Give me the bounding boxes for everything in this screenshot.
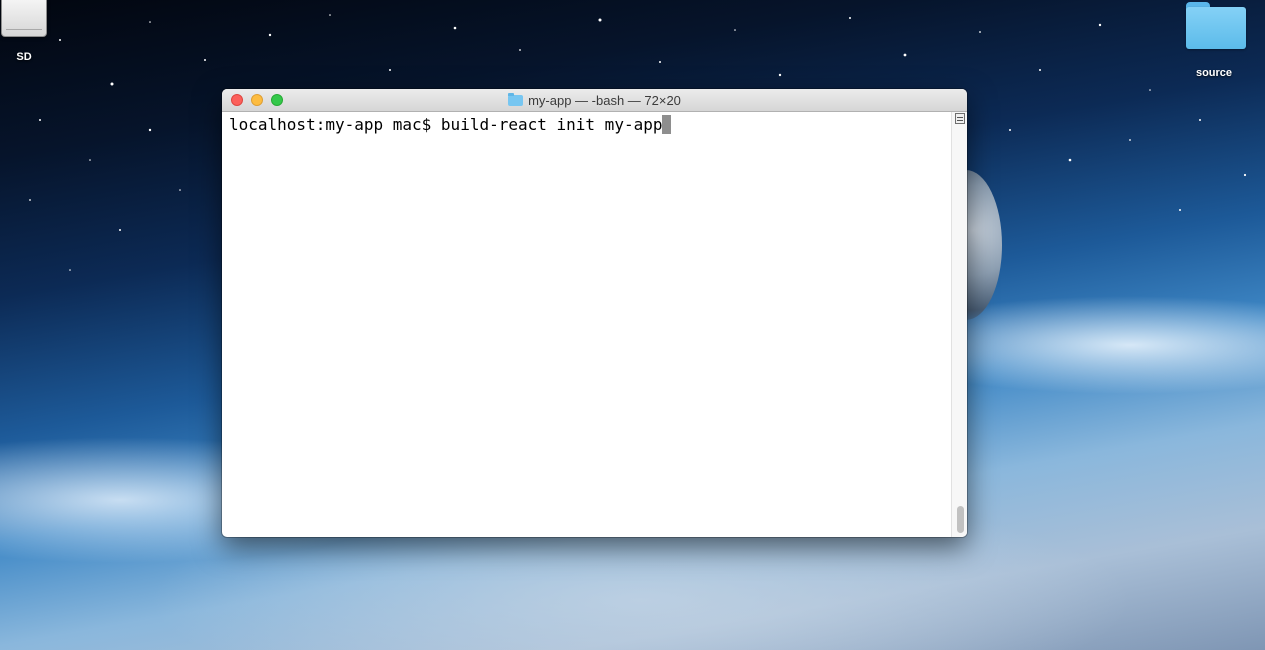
desktop-icon-sd[interactable]: SD [0,0,48,63]
terminal-titlebar[interactable]: my-app — -bash — 72×20 [222,89,967,112]
terminal-window[interactable]: my-app — -bash — 72×20 localhost:my-app … [222,89,967,537]
scrollbar-thumb[interactable] [957,506,964,533]
desktop-icon-label: SD [16,51,32,63]
desktop: SD source my-app — -bash — 72×20 localho… [0,0,1265,650]
desktop-icon-source[interactable]: source [1176,0,1246,79]
command-text: build-react init my-app [440,115,663,134]
scrollbar[interactable] [951,112,967,537]
folder-icon [1181,0,1246,50]
split-pane-icon[interactable] [955,113,965,124]
desktop-icon-label: source [1195,67,1233,79]
window-title-text: my-app — -bash — 72×20 [528,92,681,108]
terminal-output[interactable]: localhost:my-app mac$ build-react init m… [222,112,952,537]
sd-card-drive-icon [1,0,47,37]
folder-icon [508,92,524,106]
text-cursor [662,115,672,134]
window-title: my-app — -bash — 72×20 [222,89,967,111]
shell-prompt: localhost:my-app mac$ [229,115,441,134]
